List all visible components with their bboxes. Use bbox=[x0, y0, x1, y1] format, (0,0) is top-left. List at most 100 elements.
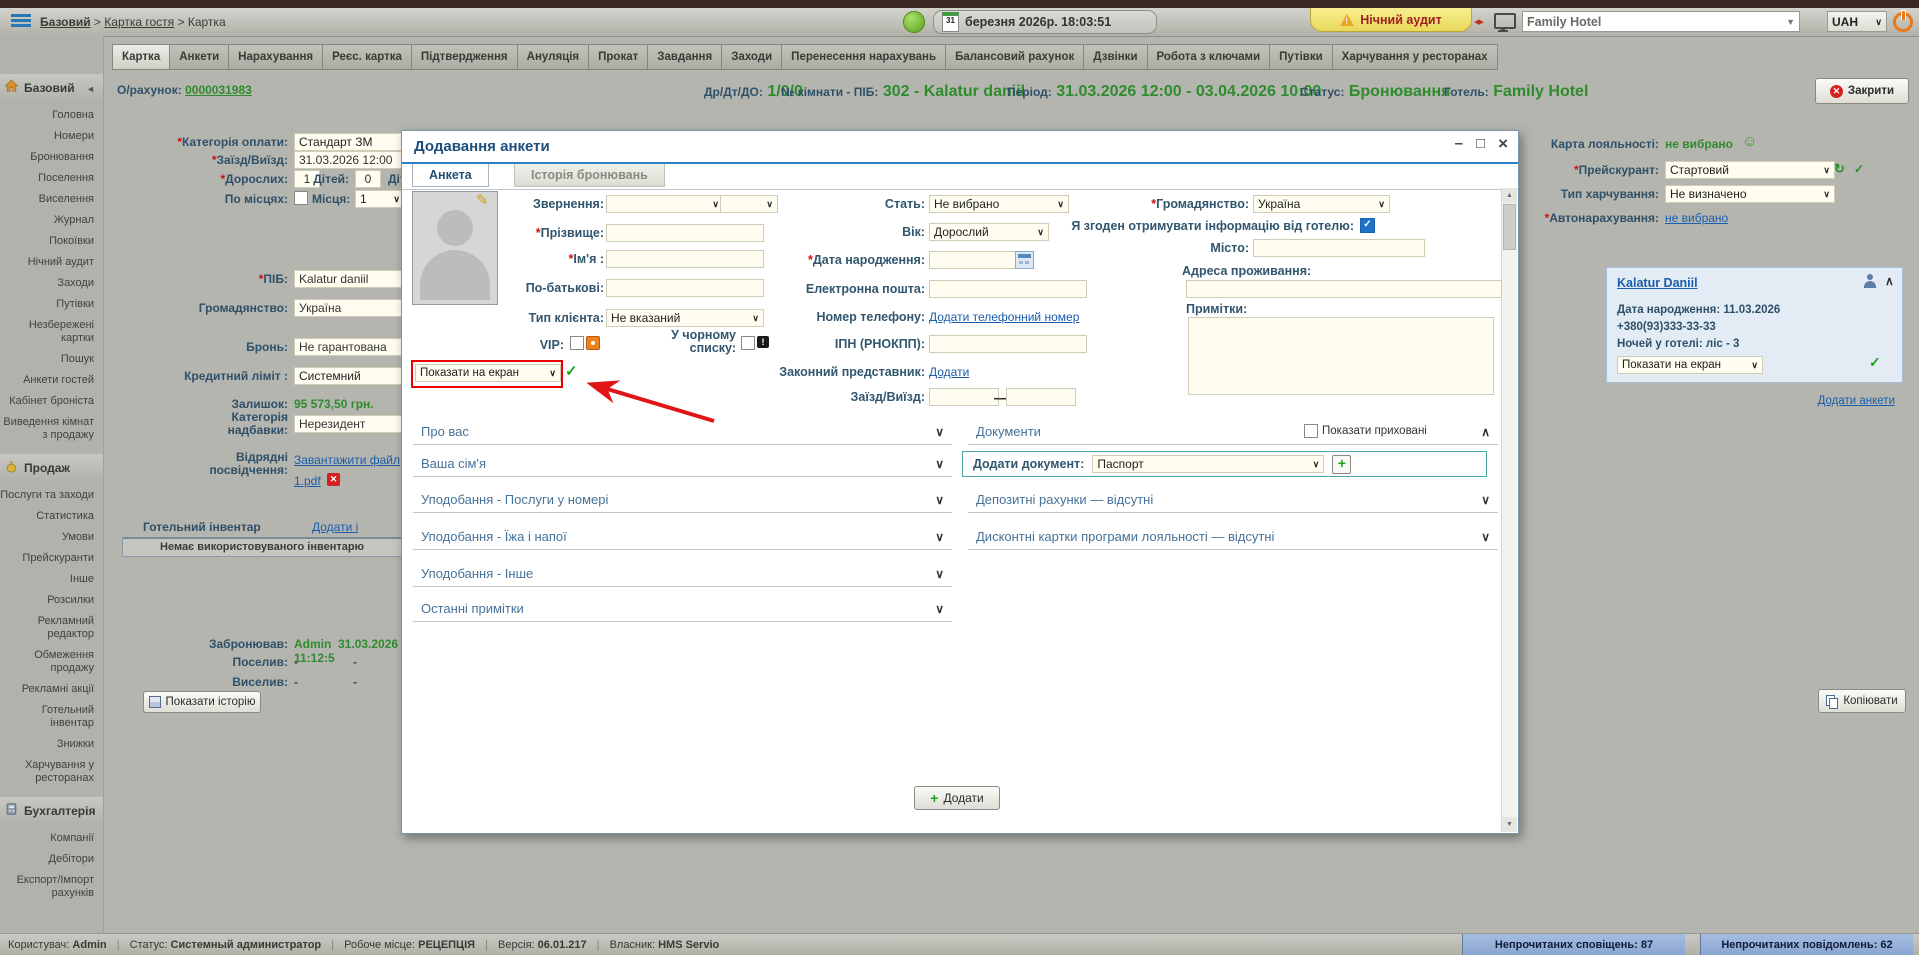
birth-date-input[interactable] bbox=[929, 251, 1019, 269]
sidebar-item[interactable]: Заходи bbox=[0, 277, 103, 290]
payment-category-select[interactable]: Стандарт ЗМ∨ bbox=[294, 133, 401, 151]
accordion-section[interactable]: Ваша сім'я∨ bbox=[413, 451, 952, 477]
sidebar-item[interactable]: Статистика bbox=[0, 510, 103, 523]
tab-anketa[interactable]: Анкета bbox=[412, 164, 489, 187]
children-input[interactable]: 0 bbox=[355, 170, 381, 188]
add-document-plus-icon[interactable]: + bbox=[1332, 455, 1351, 474]
itn-input[interactable] bbox=[929, 335, 1087, 353]
modal-stay-from-input[interactable] bbox=[929, 388, 999, 406]
sidebar-item[interactable]: Харчування у ресторанах bbox=[0, 759, 103, 785]
surcharge-input[interactable]: Нерезидент bbox=[294, 415, 401, 433]
datepicker-calendar-icon[interactable] bbox=[1015, 251, 1034, 269]
scrollbar-thumb[interactable] bbox=[1503, 204, 1516, 250]
modal-stay-to-input[interactable] bbox=[1006, 388, 1076, 406]
power-icon[interactable] bbox=[1893, 12, 1913, 32]
sidebar-item[interactable]: Рекламні акції bbox=[0, 683, 103, 696]
scroll-up-icon[interactable]: ▲ bbox=[1502, 188, 1517, 203]
page-tab-7[interactable]: Прокат bbox=[588, 44, 647, 70]
stay-input[interactable]: 31.03.2026 12:00 bbox=[294, 151, 401, 169]
remove-file-icon[interactable]: ✕ bbox=[327, 473, 340, 486]
close-modal-icon[interactable]: × bbox=[1498, 136, 1508, 151]
consent-checkbox[interactable]: ✓ bbox=[1360, 218, 1375, 233]
page-tab-10[interactable]: Перенесення нарахувань bbox=[781, 44, 945, 70]
monitor-icon[interactable] bbox=[1494, 13, 1516, 29]
email-input[interactable] bbox=[929, 280, 1087, 298]
add-inventory-link[interactable]: Додати і bbox=[312, 520, 358, 534]
add-legal-rep-link[interactable]: Додати bbox=[929, 365, 969, 379]
breadcrumb-section[interactable]: Картка гостя bbox=[104, 15, 174, 29]
confirm-icon[interactable]: ✓ bbox=[1854, 162, 1864, 176]
pricelist-select[interactable]: Стартовий∨ bbox=[1665, 161, 1835, 179]
page-tab-5[interactable]: Підтвердження bbox=[411, 44, 517, 70]
page-tab-8[interactable]: Завдання bbox=[647, 44, 721, 70]
places-select[interactable]: 1∨ bbox=[355, 190, 401, 208]
accordion-section[interactable]: Про вас∨ bbox=[413, 419, 952, 445]
pib-input[interactable]: Kalatur daniil bbox=[294, 270, 401, 288]
page-tab-2[interactable]: Анкети bbox=[169, 44, 228, 70]
discount-cards-section-header[interactable]: Дисконтні картки програми лояльності — в… bbox=[968, 524, 1498, 550]
sidebar-item[interactable]: Поселення bbox=[0, 172, 103, 185]
scroll-down-icon[interactable]: ▼ bbox=[1502, 817, 1517, 832]
close-card-button[interactable]: ✕ Закрити bbox=[1815, 78, 1909, 104]
page-tab-6[interactable]: Ануляція bbox=[517, 44, 589, 70]
deposits-section-header[interactable]: Депозитні рахунки — відсутні ∨ bbox=[968, 487, 1498, 513]
page-tab-15[interactable]: Харчування у ресторанах bbox=[1332, 44, 1498, 70]
guest-screen-select[interactable]: Показати на екран∨ bbox=[1617, 356, 1763, 374]
sidebar-item[interactable]: Головна bbox=[0, 109, 103, 122]
account-number-link[interactable]: 0000031983 bbox=[185, 83, 252, 97]
sidebar-item[interactable]: Обмеження продажу bbox=[0, 649, 103, 675]
accordion-section[interactable]: Уподобання - Послуги у номері∨ bbox=[413, 487, 952, 513]
person-icon[interactable] bbox=[1863, 274, 1877, 288]
page-tab-9[interactable]: Заходи bbox=[721, 44, 781, 70]
accordion-section[interactable]: Останні примітки∨ bbox=[413, 596, 952, 622]
page-tab-3[interactable]: Нарахування bbox=[228, 44, 322, 70]
sidebar-item[interactable]: Покоївки bbox=[0, 235, 103, 248]
meal-type-select[interactable]: Не визначено∨ bbox=[1665, 185, 1835, 203]
modal-citizenship-select[interactable]: Україна∨ bbox=[1253, 195, 1390, 213]
sidebar-section-Продаж[interactable]: Продаж bbox=[0, 454, 103, 481]
chat-balloon-icon[interactable] bbox=[903, 11, 925, 33]
upload-file-link[interactable]: Завантажити файл bbox=[294, 453, 400, 467]
copy-button[interactable]: Копіювати bbox=[1818, 689, 1906, 713]
sidebar-item[interactable]: Нічний аудит bbox=[0, 256, 103, 269]
sidebar-item[interactable]: Анкети гостей bbox=[0, 374, 103, 387]
document-type-select[interactable]: Паспорт∨ bbox=[1092, 455, 1324, 473]
sidebar-item[interactable]: Виведення кімнат з продажу bbox=[0, 416, 103, 442]
sidebar-item[interactable]: Знижки bbox=[0, 738, 103, 751]
sidebar-item[interactable]: Виселення bbox=[0, 193, 103, 206]
notes-textarea[interactable] bbox=[1188, 317, 1494, 395]
sidebar-item[interactable]: Прейскуранти bbox=[0, 552, 103, 565]
tab-booking-history[interactable]: Історія бронювань bbox=[514, 164, 665, 187]
hotel-select[interactable]: Family Hotel ▼ bbox=[1522, 11, 1800, 32]
sidebar-item[interactable]: Умови bbox=[0, 531, 103, 544]
page-tab-14[interactable]: Путівки bbox=[1269, 44, 1332, 70]
page-tab-12[interactable]: Дзвінки bbox=[1083, 44, 1146, 70]
guest-name-link[interactable]: Kalatur Daniil bbox=[1617, 276, 1698, 290]
page-tab-13[interactable]: Робота з ключами bbox=[1147, 44, 1270, 70]
show-history-button[interactable]: Показати історію bbox=[143, 691, 261, 713]
accordion-section[interactable]: Уподобання - Їжа і напої∨ bbox=[413, 524, 952, 550]
refresh-icon[interactable]: ↻ bbox=[1834, 161, 1845, 177]
sidebar-item[interactable]: Експорт/Імпорт рахунків bbox=[0, 874, 103, 900]
sidebar-item[interactable]: Пошук bbox=[0, 353, 103, 366]
sidebar-item[interactable]: Компанії bbox=[0, 832, 103, 845]
vip-checkbox[interactable] bbox=[570, 336, 584, 350]
edit-photo-pencil-icon[interactable]: ✎ bbox=[476, 191, 489, 209]
night-audit-badge[interactable]: ! Нічний аудит bbox=[1310, 8, 1472, 32]
sidebar-item[interactable]: Путівки bbox=[0, 298, 103, 311]
page-tab-4[interactable]: Реєс. картка bbox=[322, 44, 411, 70]
add-button[interactable]: + Додати bbox=[914, 786, 1000, 810]
sidebar-collapse-icon[interactable]: ◄ bbox=[86, 84, 95, 94]
sidebar-item[interactable]: Дебітори bbox=[0, 853, 103, 866]
sidebar-item[interactable]: Номери bbox=[0, 130, 103, 143]
breadcrumb-root[interactable]: Базовий bbox=[40, 15, 91, 29]
minimize-icon[interactable]: – bbox=[1455, 136, 1463, 151]
add-questionnaire-link[interactable]: Додати анкети bbox=[1740, 395, 1895, 407]
screen-select[interactable]: Показати на екран∨ bbox=[415, 364, 561, 382]
add-phone-link[interactable]: Додати телефонний номер bbox=[929, 310, 1079, 324]
modal-scrollbar[interactable]: ▲ ▼ bbox=[1501, 188, 1517, 832]
sidebar-item[interactable]: Незбережені картки bbox=[0, 319, 103, 345]
by-places-checkbox[interactable] bbox=[294, 191, 308, 205]
address-input[interactable] bbox=[1186, 280, 1502, 298]
autocharge-link[interactable]: не вибрано bbox=[1665, 211, 1728, 225]
